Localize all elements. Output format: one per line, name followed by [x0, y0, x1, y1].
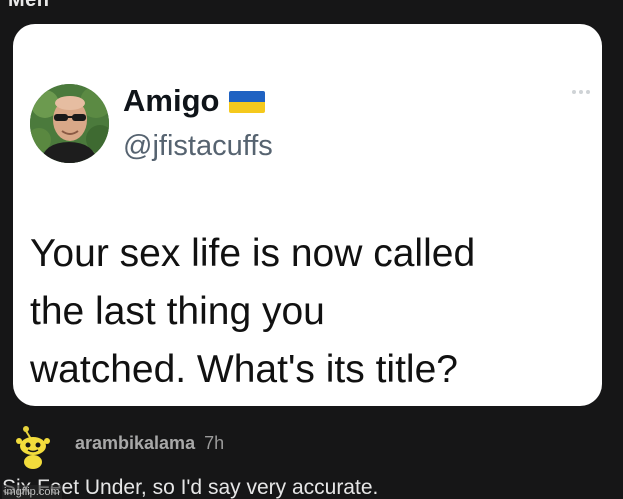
tweet-text-line: the last thing you	[30, 290, 325, 333]
more-options-icon[interactable]	[572, 90, 590, 94]
screenshot-page: Meh Amigo @jfistacuffs Your sex life is …	[0, 0, 623, 499]
comment-meta: arambikalama 7h	[75, 433, 224, 454]
avatar-photo-icon	[30, 84, 109, 163]
tweet-text-line: Your sex life is now called	[30, 232, 476, 275]
user-handle[interactable]: @jfistacuffs	[123, 130, 273, 162]
display-name[interactable]: Amigo	[123, 84, 219, 118]
profile-avatar[interactable]	[30, 84, 109, 163]
cut-off-header-text: Meh	[8, 0, 50, 11]
tweet-card[interactable]: Amigo @jfistacuffs Your sex life is now …	[13, 24, 602, 406]
display-name-row: Amigo	[123, 84, 266, 118]
comment: arambikalama 7h Six Feet Under, so I'd s…	[0, 407, 623, 499]
watermark: imgflip.com	[2, 485, 62, 499]
ukraine-flag-icon	[229, 91, 266, 113]
tweet-text-line: watched. What's its title?	[30, 348, 458, 391]
comment-username[interactable]: arambikalama	[75, 433, 195, 453]
snoo-avatar-icon[interactable]	[14, 424, 52, 470]
tweet-text: Your sex life is now called the last thi…	[30, 225, 590, 399]
comment-timestamp: 7h	[204, 433, 225, 453]
